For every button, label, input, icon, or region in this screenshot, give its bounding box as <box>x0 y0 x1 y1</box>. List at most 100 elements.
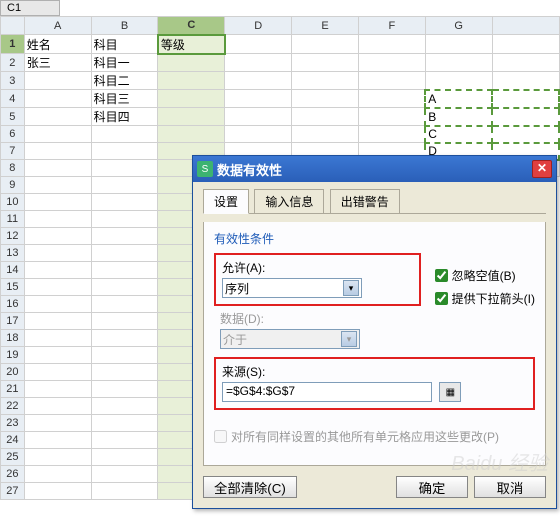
cell-marquee[interactable] <box>492 126 559 143</box>
cell[interactable] <box>91 160 158 177</box>
cell[interactable] <box>492 54 559 72</box>
col-header-F[interactable]: F <box>358 17 425 35</box>
cell[interactable] <box>91 279 158 296</box>
cell[interactable] <box>358 54 425 72</box>
row-header[interactable]: 24 <box>1 432 25 449</box>
row-header[interactable]: 14 <box>1 262 25 279</box>
cell[interactable] <box>292 35 359 54</box>
cell[interactable] <box>24 72 91 90</box>
cell[interactable] <box>91 483 158 500</box>
cancel-button[interactable]: 取消 <box>474 476 546 498</box>
row-header[interactable]: 18 <box>1 330 25 347</box>
source-input[interactable]: =$G$4:$G$7 <box>222 382 432 402</box>
cell[interactable] <box>425 54 492 72</box>
cell[interactable] <box>24 483 91 500</box>
cell[interactable] <box>24 143 91 160</box>
row-header[interactable]: 27 <box>1 483 25 500</box>
row-header[interactable]: 10 <box>1 194 25 211</box>
cell[interactable] <box>24 160 91 177</box>
row-header[interactable]: 2 <box>1 54 25 72</box>
row-header[interactable]: 4 <box>1 90 25 108</box>
cell[interactable] <box>91 228 158 245</box>
cell[interactable] <box>358 72 425 90</box>
cell[interactable] <box>24 364 91 381</box>
cell[interactable] <box>225 126 292 143</box>
row-header[interactable]: 13 <box>1 245 25 262</box>
cell[interactable] <box>292 126 359 143</box>
cell[interactable] <box>24 398 91 415</box>
clear-all-button[interactable]: 全部清除(C) <box>203 476 297 498</box>
cell[interactable] <box>24 313 91 330</box>
row-header[interactable]: 20 <box>1 364 25 381</box>
cell[interactable] <box>158 72 225 90</box>
cell[interactable] <box>158 54 225 72</box>
cell[interactable] <box>292 90 359 108</box>
tab-settings[interactable]: 设置 <box>203 189 249 214</box>
ignore-blank-checkbox[interactable]: 忽略空值(B) <box>435 267 535 284</box>
corner-cell[interactable] <box>1 17 25 35</box>
cell[interactable] <box>492 72 559 90</box>
col-header-E[interactable]: E <box>292 17 359 35</box>
cell[interactable]: 姓名 <box>24 35 91 54</box>
row-header[interactable]: 17 <box>1 313 25 330</box>
cell-marquee[interactable]: B <box>425 108 492 126</box>
cell[interactable] <box>225 108 292 126</box>
cell[interactable] <box>358 108 425 126</box>
cell[interactable] <box>91 347 158 364</box>
row-header[interactable]: 7 <box>1 143 25 160</box>
cell[interactable] <box>91 126 158 143</box>
cell[interactable] <box>91 262 158 279</box>
row-header[interactable]: 3 <box>1 72 25 90</box>
name-box[interactable]: C1 <box>0 0 60 16</box>
cell[interactable] <box>24 296 91 313</box>
cell[interactable] <box>358 126 425 143</box>
cell[interactable] <box>292 108 359 126</box>
cell[interactable] <box>24 330 91 347</box>
cell[interactable] <box>24 194 91 211</box>
tab-error-alert[interactable]: 出错警告 <box>330 189 400 213</box>
cell[interactable] <box>225 72 292 90</box>
cell[interactable] <box>24 211 91 228</box>
cell-marquee[interactable] <box>492 90 559 108</box>
cell[interactable] <box>492 35 559 54</box>
tab-input-message[interactable]: 输入信息 <box>254 189 324 213</box>
cell[interactable] <box>91 381 158 398</box>
cell[interactable] <box>24 262 91 279</box>
row-header[interactable]: 26 <box>1 466 25 483</box>
dropdown-arrow-checkbox[interactable]: 提供下拉箭头(I) <box>435 290 535 307</box>
cell[interactable] <box>91 177 158 194</box>
range-picker-button[interactable]: ▦ <box>439 382 461 402</box>
cell[interactable] <box>91 415 158 432</box>
cell[interactable]: 科目三 <box>91 90 158 108</box>
cell-marquee[interactable] <box>492 108 559 126</box>
row-header[interactable]: 6 <box>1 126 25 143</box>
cell[interactable] <box>91 466 158 483</box>
cell[interactable]: 科目二 <box>91 72 158 90</box>
cell[interactable] <box>91 398 158 415</box>
col-header-A[interactable]: A <box>24 17 91 35</box>
row-header[interactable]: 16 <box>1 296 25 313</box>
row-header[interactable]: 19 <box>1 347 25 364</box>
row-header[interactable]: 8 <box>1 160 25 177</box>
cell[interactable] <box>24 228 91 245</box>
col-header-C[interactable]: C <box>158 17 225 35</box>
cell[interactable] <box>292 72 359 90</box>
cell[interactable] <box>425 72 492 90</box>
cell[interactable] <box>24 126 91 143</box>
cell[interactable] <box>358 35 425 54</box>
cell[interactable] <box>91 296 158 313</box>
cell[interactable] <box>24 279 91 296</box>
cell[interactable] <box>91 330 158 347</box>
cell[interactable] <box>158 126 225 143</box>
cell[interactable]: 张三 <box>24 54 91 72</box>
cell-marquee[interactable]: C <box>425 126 492 143</box>
cell-marquee[interactable]: A <box>425 90 492 108</box>
row-header[interactable]: 12 <box>1 228 25 245</box>
cell[interactable] <box>91 211 158 228</box>
col-header-B[interactable]: B <box>91 17 158 35</box>
cell[interactable] <box>225 90 292 108</box>
cell[interactable] <box>158 90 225 108</box>
cell[interactable] <box>24 432 91 449</box>
row-header[interactable]: 11 <box>1 211 25 228</box>
cell[interactable] <box>91 194 158 211</box>
